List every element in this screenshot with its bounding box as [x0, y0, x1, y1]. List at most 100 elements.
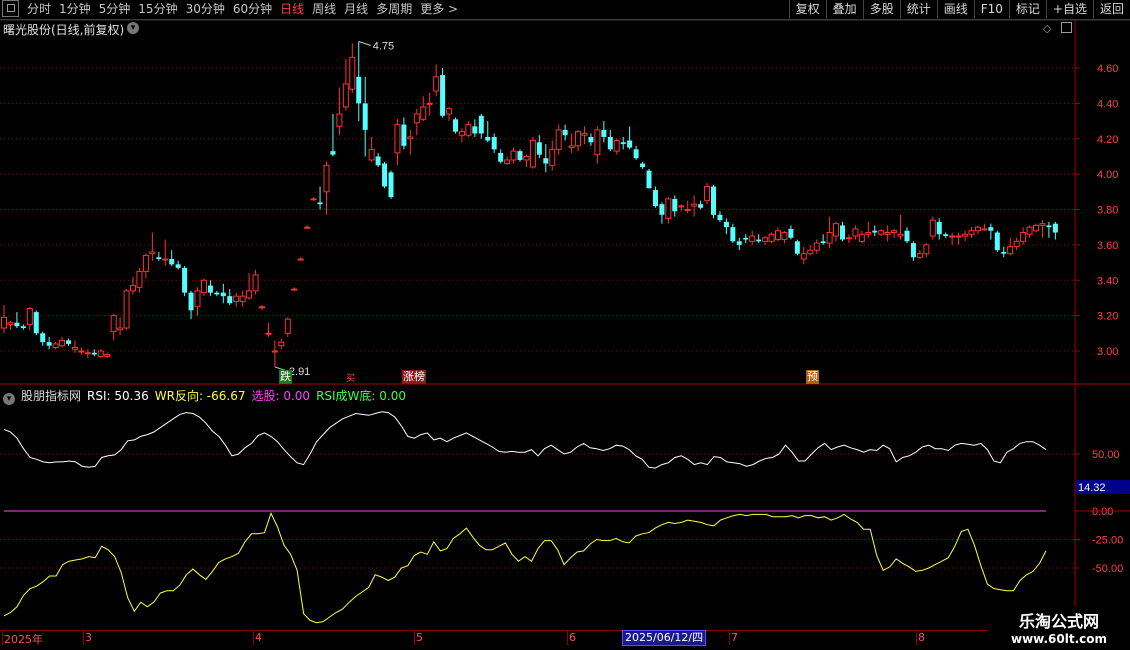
candle-body — [974, 226, 981, 232]
candle-body — [523, 155, 530, 161]
candle-body — [633, 149, 639, 159]
high-pointer — [358, 40, 371, 46]
selected-date: 2025/06/12/四 — [622, 630, 707, 646]
candle-body — [659, 204, 665, 215]
candle-body — [510, 150, 517, 161]
candle-body — [304, 226, 311, 229]
tag-drop: 跌 — [279, 370, 292, 384]
candle-body — [7, 322, 14, 325]
date-tick — [414, 631, 415, 645]
candle-body — [52, 343, 59, 348]
y-tick-label: 3.40 — [1097, 275, 1118, 287]
candle-body — [1026, 226, 1033, 235]
candle-body — [485, 136, 491, 141]
candle-body — [794, 241, 800, 254]
candle-body — [994, 232, 1000, 251]
candle-body — [781, 231, 788, 241]
candle-body — [768, 233, 775, 242]
candle-body — [620, 142, 626, 145]
candle-body — [543, 158, 549, 164]
y-tick-label: 3.00 — [1097, 346, 1118, 358]
candle-body — [278, 341, 285, 347]
candle-body — [330, 151, 336, 155]
candle-body — [388, 172, 394, 198]
candle-body — [182, 267, 188, 293]
candle-body — [891, 230, 898, 233]
candle-body — [962, 233, 969, 237]
candle-body — [194, 290, 201, 308]
candle-body — [568, 145, 575, 149]
candle-body — [407, 136, 414, 140]
candle-body — [401, 124, 407, 146]
candle-body — [342, 83, 349, 108]
y-tick-label: 4.00 — [1097, 169, 1118, 181]
candle-body — [130, 285, 136, 292]
candle-body — [826, 231, 833, 244]
candle-body — [420, 106, 427, 120]
candle-body — [214, 292, 220, 295]
candle-body — [1052, 223, 1058, 233]
date-tick — [2, 631, 3, 645]
candle-body — [981, 228, 988, 231]
cursor-value: 14.32 — [1078, 482, 1106, 494]
candle-body — [188, 292, 194, 311]
candle-body — [136, 270, 143, 288]
date-axis: 2025年 3 4 5 6 7 8 — [0, 630, 1075, 646]
candle-body — [220, 292, 226, 297]
candle-body — [749, 235, 756, 242]
date-tick — [83, 631, 84, 645]
candle-body — [271, 350, 278, 353]
candle-body — [291, 288, 298, 291]
candle-body — [517, 151, 523, 160]
y-tick-label: 4.40 — [1097, 98, 1118, 110]
candle-body — [59, 339, 66, 347]
candle-body — [884, 231, 891, 235]
y-tick-label: 3.80 — [1097, 205, 1118, 217]
candle-body — [594, 129, 601, 156]
candle-body — [310, 198, 317, 201]
candle-body — [588, 136, 594, 143]
candle-body — [472, 126, 478, 134]
watermark-url: www.60lt.com — [1010, 632, 1108, 646]
candle-body — [807, 249, 814, 255]
candle-body — [840, 225, 845, 240]
candle-body — [820, 241, 826, 244]
candle-body — [458, 131, 465, 136]
indicator-y-label: 0.00 — [1092, 506, 1113, 518]
tag-forecast: 预 — [806, 370, 819, 384]
candle-body — [723, 221, 729, 228]
candle-body — [678, 205, 685, 208]
candle-body — [652, 190, 658, 206]
y-tick-label: 3.20 — [1097, 311, 1118, 323]
low-label: 2.91 — [289, 366, 310, 378]
candle-body — [736, 241, 742, 245]
candle-body — [833, 223, 840, 237]
candle-body — [955, 235, 962, 238]
date-label: 4 — [255, 631, 262, 644]
candle-body — [1046, 225, 1052, 228]
candle-body — [988, 227, 994, 231]
candle-body — [323, 164, 330, 193]
candle-body — [91, 352, 97, 355]
candle-body — [607, 136, 613, 150]
candle-body — [672, 198, 678, 212]
candle-body — [284, 318, 291, 334]
candle-body — [904, 230, 910, 242]
candle-body — [200, 279, 207, 294]
candle-body — [169, 259, 175, 265]
candle-body — [762, 237, 769, 242]
candle-body — [684, 209, 691, 211]
y-tick-label: 3.60 — [1097, 240, 1118, 252]
candle-body — [297, 258, 304, 261]
candle-body — [897, 233, 904, 237]
candle-body — [84, 352, 91, 355]
candle-body — [97, 350, 104, 357]
indicator-y-label: -25.00 — [1092, 535, 1123, 547]
y-tick-label: 4.60 — [1097, 63, 1118, 75]
candle-body — [498, 152, 504, 162]
candle-body — [775, 230, 781, 241]
candle-body — [665, 198, 672, 219]
kline-chart[interactable]: 4.60 4.40 4.20 4.00 3.80 3.60 3.40 3.20 3.00 4.75… — [0, 0, 1130, 650]
candle-body — [46, 342, 52, 346]
rsi-line — [3, 411, 1047, 469]
